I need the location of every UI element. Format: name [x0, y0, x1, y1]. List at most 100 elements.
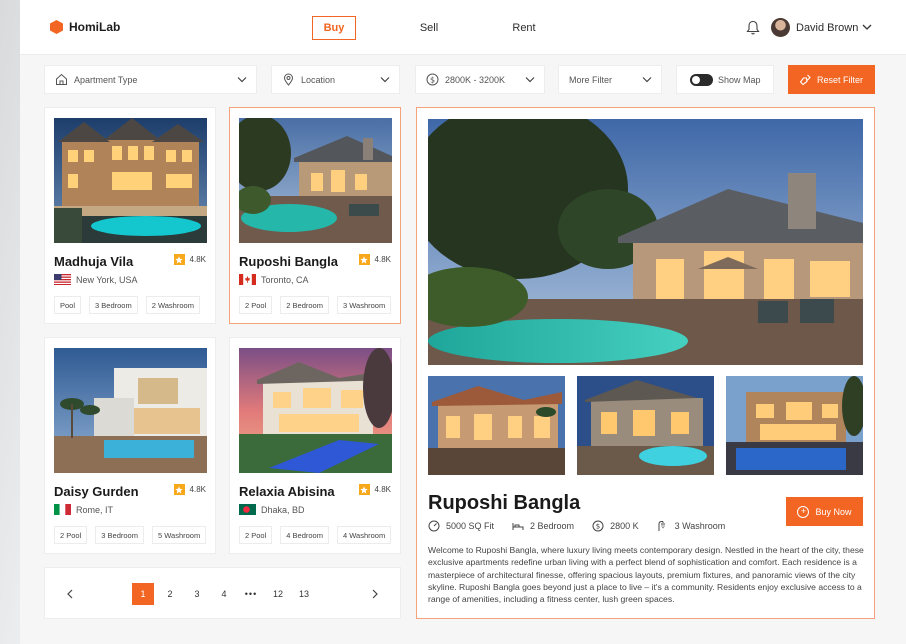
- property-description: Welcome to Ruposhi Bangla, where luxury …: [428, 545, 864, 605]
- buy-now-label: Buy Now: [815, 506, 852, 517]
- feature-tags: Pool 3 Bedroom 2 Washroom: [54, 296, 208, 314]
- feature-tag: Pool: [54, 296, 82, 314]
- location-text: Toronto, CA: [261, 274, 309, 285]
- nav-rent-tab[interactable]: Rent: [504, 16, 544, 40]
- home-icon: [56, 73, 67, 85]
- page-button[interactable]: 2: [159, 583, 181, 605]
- feature-tags: 2 Pool 4 Bedroom 4 Washroom: [239, 526, 399, 544]
- listing-rating: 4.8K: [173, 254, 206, 265]
- location-text: Dhaka, BD: [261, 504, 305, 515]
- logo-icon: [50, 20, 63, 34]
- feature-tag: 3 Bedroom: [89, 296, 138, 314]
- shower-icon: [658, 521, 665, 531]
- top-header: HomiLab Buy Sell Rent David Brown: [20, 0, 906, 55]
- nav-buy-tab[interactable]: Buy: [312, 16, 356, 40]
- italy-flag-icon: [54, 504, 71, 515]
- page-ellipsis: •••: [244, 589, 258, 599]
- rating-value: 4.8K: [189, 485, 206, 494]
- show-map-control[interactable]: Show Map: [676, 65, 774, 94]
- property-title: Ruposhi Bangla: [428, 492, 581, 514]
- area-gauge-icon: [428, 520, 440, 532]
- star-icon: [358, 254, 370, 265]
- page-button[interactable]: 13: [293, 583, 315, 605]
- spec-washrooms: 3 Washroom: [657, 520, 725, 532]
- location-pin-icon: [283, 73, 294, 86]
- spec-bedrooms: 2 Bedroom: [512, 520, 574, 532]
- rating-value: 4.8K: [374, 485, 391, 494]
- bed-icon: [512, 523, 524, 530]
- user-name[interactable]: David Brown: [796, 22, 858, 34]
- feature-tags: 2 Pool 3 Bedroom 5 Washroom: [54, 526, 214, 544]
- reset-filter-button[interactable]: Reset Filter: [788, 65, 875, 94]
- page-button[interactable]: 12: [267, 583, 289, 605]
- show-map-label: Show Map: [718, 74, 761, 85]
- feature-tag: 5 Washroom: [151, 526, 207, 544]
- chevron-down-icon: [525, 77, 535, 83]
- bell-icon[interactable]: [746, 20, 760, 36]
- listing-rating: 4.8K: [173, 484, 206, 495]
- nav-sell-tab[interactable]: Sell: [410, 16, 448, 40]
- next-page-button[interactable]: [364, 583, 386, 605]
- gallery-thumbnail[interactable]: [577, 376, 714, 475]
- listing-card-selected[interactable]: Ruposhi Bangla 4.8K Toronto, CA 2 Pool 2…: [229, 107, 401, 324]
- more-filter-label: More Filter: [569, 74, 613, 85]
- avatar[interactable]: [771, 18, 790, 37]
- page-button[interactable]: 3: [186, 583, 208, 605]
- price-range-dropdown[interactable]: $ 2800K - 3200K: [415, 65, 545, 94]
- star-icon: [173, 254, 185, 265]
- listing-card[interactable]: Daisy Gurden 4.8K Rome, IT 2 Pool 3 Bedr…: [44, 337, 216, 554]
- listing-name: Relaxia Abisina: [239, 484, 335, 499]
- feature-tag: 4 Washroom: [336, 526, 392, 544]
- listing-name: Madhuja Vila: [54, 254, 134, 269]
- listing-card[interactable]: Madhuja Vila 4.8K New York, USA Pool 3 B…: [44, 107, 216, 324]
- buy-now-button[interactable]: + Buy Now: [786, 497, 863, 526]
- svg-text:$: $: [430, 75, 435, 84]
- spec-area-value: 5000 SQ Fit: [446, 521, 495, 531]
- apartment-type-label: Apartment Type: [74, 74, 138, 85]
- location-dropdown[interactable]: Location: [271, 65, 400, 94]
- star-icon: [173, 484, 185, 495]
- feature-tag: 2 Pool: [239, 296, 273, 314]
- dollar-icon: $: [592, 520, 604, 532]
- listing-name: Daisy Gurden: [54, 484, 139, 499]
- listing-location: Rome, IT: [54, 504, 113, 515]
- page-button[interactable]: 4: [213, 583, 235, 605]
- show-map-toggle[interactable]: [690, 73, 713, 86]
- feature-tag: 3 Bedroom: [95, 526, 144, 544]
- app-window: HomiLab Buy Sell Rent David Brown Apartm…: [20, 0, 906, 644]
- listing-name: Ruposhi Bangla: [239, 254, 338, 269]
- star-icon: [358, 484, 370, 495]
- feature-tag: 2 Bedroom: [280, 296, 329, 314]
- listing-location: Dhaka, BD: [239, 504, 305, 515]
- feature-tags: 2 Pool 2 Bedroom 3 Washroom: [239, 296, 399, 314]
- listing-card[interactable]: Relaxia Abisina 4.8K Dhaka, BD 2 Pool 4 …: [229, 337, 401, 554]
- apartment-type-dropdown[interactable]: Apartment Type: [44, 65, 257, 94]
- chevron-down-icon: [237, 77, 247, 83]
- hero-photo: [428, 119, 863, 365]
- property-specs: 5000 SQ Fit 2 Bedroom $ 2800 K 3 Washroo…: [428, 520, 743, 532]
- feature-tag: 2 Pool: [54, 526, 88, 544]
- page-button-current[interactable]: 1: [132, 583, 154, 605]
- gallery-thumbnail[interactable]: [726, 376, 863, 475]
- gallery-thumbnail[interactable]: [428, 376, 565, 475]
- property-photo: [54, 118, 207, 243]
- feature-tag: 3 Washroom: [336, 296, 392, 314]
- pagination: 1 2 3 4 ••• 12 13: [44, 567, 401, 619]
- logo[interactable]: HomiLab: [50, 20, 120, 34]
- property-photo: [239, 118, 392, 243]
- property-photo: [54, 348, 207, 473]
- more-filter-dropdown[interactable]: More Filter: [558, 65, 662, 94]
- spec-bedrooms-value: 2 Bedroom: [530, 521, 575, 531]
- price-range-label: 2800K - 3200K: [445, 74, 506, 85]
- plus-circle-icon: +: [797, 505, 810, 518]
- feature-tag: 4 Bedroom: [280, 526, 329, 544]
- listing-rating: 4.8K: [358, 254, 391, 265]
- listing-location: New York, USA: [54, 274, 138, 285]
- svg-text:$: $: [596, 523, 600, 531]
- chevron-down-icon[interactable]: [862, 23, 872, 31]
- spec-price: $ 2800 K: [592, 520, 639, 532]
- property-photo: [239, 348, 392, 473]
- listing-rating: 4.8K: [358, 484, 391, 495]
- previous-page-button[interactable]: [59, 583, 81, 605]
- feature-tag: 2 Washroom: [145, 296, 200, 314]
